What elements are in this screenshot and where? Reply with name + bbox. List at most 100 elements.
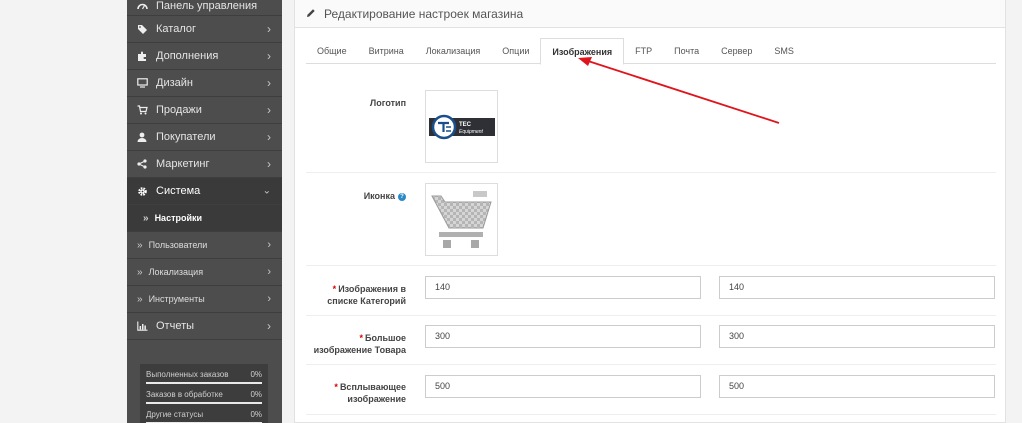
chevron-right-icon: › [267, 157, 271, 171]
chevron-right-icon: › [267, 130, 271, 144]
popup-image-height-input[interactable]: 500 [719, 375, 995, 398]
sidebar-subitem-label: Локализация [148, 267, 204, 277]
logo-text: Equipment [459, 129, 484, 135]
settings-tabs: Общие Витрина Локализация Опции Изображе… [306, 38, 996, 65]
required-mark: * [332, 284, 337, 294]
sidebar: Панель управления Каталог › Дополнения ›… [127, 0, 282, 423]
icon-label: Иконка? [306, 190, 406, 202]
product-image-width-input[interactable]: 300 [425, 325, 701, 348]
sidebar-subitem-users[interactable]: » Пользователи › [127, 232, 282, 259]
chevron-right-icon: › [267, 49, 271, 63]
sidebar-item-reports[interactable]: Отчеты › [127, 313, 282, 340]
tab-general[interactable]: Общие [306, 38, 358, 64]
sidebar-item-label: Панель управления [156, 0, 258, 12]
sidebar-item-design[interactable]: Дизайн › [127, 70, 282, 97]
bar-chart-icon [136, 320, 148, 332]
stat-processing: Заказов в обработке 0% [146, 390, 262, 404]
chevron-right-icon: › [267, 76, 271, 90]
logo-text: TEC [459, 122, 472, 128]
tab-mail[interactable]: Почта [663, 38, 710, 64]
stat-value: 0% [250, 390, 262, 399]
logo-thumbnail[interactable]: TEC Equipment [425, 90, 498, 163]
required-mark: * [359, 333, 363, 343]
cart-image-icon [430, 190, 492, 248]
chevron-down-icon: ⌄ [262, 185, 271, 197]
sidebar-item-extensions[interactable]: Дополнения › [127, 43, 282, 70]
tab-ftp[interactable]: FTP [624, 38, 663, 64]
popup-image-width-input[interactable]: 500 [425, 375, 701, 398]
sidebar-item-label: Продажи [156, 104, 202, 116]
stat-label: Другие статусы [146, 410, 204, 419]
sidebar-item-label: Покупатели [156, 131, 216, 143]
sidebar-item-label: Дополнения [156, 50, 219, 62]
order-stats: Выполненных заказов 0% Заказов в обработк… [140, 364, 268, 423]
form-row-product-image: * Большое изображение Товара 300 300 [306, 316, 996, 365]
sidebar-item-label: Дизайн [156, 77, 193, 89]
sidebar-item-label: Каталог [156, 23, 196, 35]
form-row-logo: Логотип TEC Equipment [306, 80, 996, 173]
icon-label-text: Иконка [363, 191, 395, 201]
form-row-popup-image: * Всплывающее изображение 500 500 [306, 365, 996, 415]
category-image-width-input[interactable]: 140 [425, 276, 701, 299]
chevron-right-icon: › [267, 266, 271, 278]
popup-image-label: * Всплывающее изображение [306, 381, 406, 405]
chevron-right-icon: › [267, 103, 271, 117]
tec-equipment-logo: TEC Equipment [428, 114, 495, 139]
tab-server[interactable]: Сервер [710, 38, 763, 64]
product-image-height-input[interactable]: 300 [719, 325, 995, 348]
panel-heading: Редактирование настроек магазина [295, 0, 1005, 28]
tab-options[interactable]: Опции [491, 38, 540, 64]
sidebar-subitem-settings[interactable]: » Настройки [127, 205, 282, 232]
page-title: Редактирование настроек магазина [324, 6, 524, 21]
sidebar-item-label: Маркетинг [156, 158, 210, 170]
sidebar-item-marketing[interactable]: Маркетинг › [127, 151, 282, 178]
tab-images[interactable]: Изображения [540, 38, 625, 65]
double-chevron-icon: » [143, 212, 149, 224]
chevron-right-icon: › [267, 22, 271, 36]
desktop-icon [136, 77, 148, 89]
sidebar-subitem-localisation[interactable]: » Локализация › [127, 259, 282, 286]
form-row-category-image: * Изображения в списке Категорий 140 140 [306, 266, 996, 316]
sidebar-item-label: Система [156, 185, 201, 197]
cog-icon [136, 185, 148, 197]
chevron-right-icon: › [267, 293, 271, 305]
sidebar-item-sales[interactable]: Продажи › [127, 97, 282, 124]
help-icon[interactable]: ? [398, 192, 406, 201]
logo-label: Логотип [369, 98, 406, 108]
required-mark: * [334, 382, 338, 392]
pencil-icon [306, 7, 317, 21]
sidebar-item-dashboard[interactable]: Панель управления [127, 0, 282, 16]
dashboard-icon [136, 0, 148, 12]
category-image-height-input[interactable]: 140 [719, 276, 995, 299]
stat-progress-bar [146, 402, 262, 404]
stat-other: Другие статусы 0% [146, 410, 262, 423]
category-image-label-text: Изображения в списке Категорий [327, 284, 406, 306]
popup-image-label-text: Всплывающее изображение [339, 382, 406, 404]
stat-label: Заказов в обработке [146, 390, 223, 399]
chevron-right-icon: › [267, 319, 271, 333]
double-chevron-icon: » [137, 266, 143, 278]
sidebar-item-label: Отчеты [156, 320, 195, 332]
sidebar-subitem-tools[interactable]: » Инструменты › [127, 286, 282, 313]
sidebar-item-catalog[interactable]: Каталог › [127, 16, 282, 43]
double-chevron-icon: » [137, 293, 143, 305]
form-row-icon: Иконка? [306, 173, 996, 266]
stat-progress-bar [146, 382, 262, 384]
sidebar-item-system[interactable]: Система ⌄ [127, 178, 282, 205]
sidebar-subitem-label: Инструменты [148, 294, 205, 304]
puzzle-icon [136, 50, 148, 62]
stat-label: Выполненных заказов [146, 370, 229, 379]
icon-thumbnail[interactable] [425, 183, 498, 256]
sidebar-item-customers[interactable]: Покупатели › [127, 124, 282, 151]
sidebar-subitem-label: Пользователи [148, 240, 208, 250]
settings-panel: Редактирование настроек магазина Общие В… [294, 0, 1006, 423]
category-image-label: * Изображения в списке Категорий [306, 283, 406, 307]
user-icon [136, 131, 148, 143]
sidebar-subitem-label: Настройки [154, 213, 203, 223]
product-image-label: * Большое изображение Товара [306, 332, 406, 356]
tags-icon [136, 23, 148, 35]
tab-sms[interactable]: SMS [763, 38, 805, 64]
tab-localisation[interactable]: Локализация [415, 38, 492, 64]
tab-store[interactable]: Витрина [358, 38, 415, 64]
double-chevron-icon: » [137, 239, 143, 251]
